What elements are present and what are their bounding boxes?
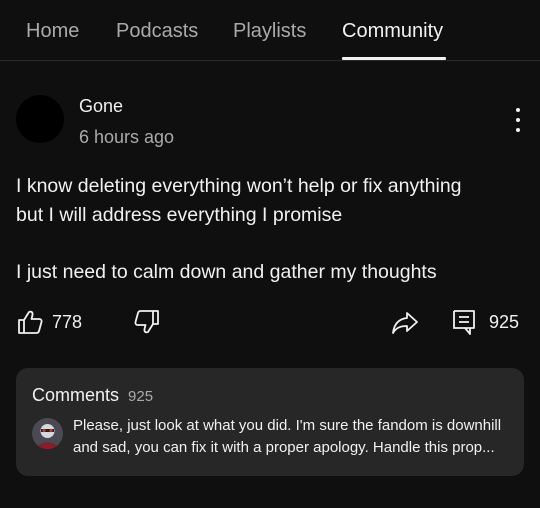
post-time: 6 hours ago: [79, 127, 175, 147]
tab-playlists[interactable]: Playlists: [233, 19, 306, 43]
dislike-button[interactable]: [133, 308, 161, 336]
comments-title: Comments: [32, 385, 120, 405]
comments-panel[interactable]: Comments 925 Please, just look at what y…: [16, 368, 524, 476]
author-avatar[interactable]: [16, 95, 64, 143]
commenter-avatar: [32, 418, 63, 449]
comments-panel-count: 925: [128, 388, 154, 405]
thumbs-down-icon: [134, 310, 159, 334]
top-comment-line: Please, just look at what you did. I'm s…: [73, 417, 502, 434]
share-button[interactable]: [391, 308, 419, 336]
top-comment-line: and sad, you can fix it with a proper ap…: [73, 439, 495, 456]
more-vertical-icon[interactable]: [506, 106, 530, 134]
like-button[interactable]: 778: [16, 308, 82, 336]
like-count: 778: [52, 312, 83, 332]
comment-count: 925: [489, 312, 520, 332]
post-body-line: I know deleting everything won’t help or…: [16, 175, 462, 197]
comment-icon: [453, 310, 475, 335]
active-tab-indicator: [342, 57, 446, 60]
post-author[interactable]: Gone: [79, 96, 123, 116]
tab-home[interactable]: Home: [26, 19, 79, 43]
post-body-line: I just need to calm down and gather my t…: [16, 260, 437, 283]
comment-button[interactable]: 925: [451, 308, 519, 336]
thumbs-up-icon: [18, 310, 43, 334]
comments-header: Comments 925: [32, 384, 153, 408]
top-comment: Please, just look at what you did. I'm s…: [73, 415, 513, 459]
post-body-line: but I will address everything I promise: [16, 203, 343, 226]
share-icon: [392, 312, 418, 334]
tab-podcasts[interactable]: Podcasts: [116, 19, 198, 43]
tab-community[interactable]: Community: [342, 19, 443, 43]
channel-tab-bar: Home Podcasts Playlists Community: [0, 0, 540, 61]
post-body: I know deleting everything won’t help or…: [16, 172, 526, 286]
